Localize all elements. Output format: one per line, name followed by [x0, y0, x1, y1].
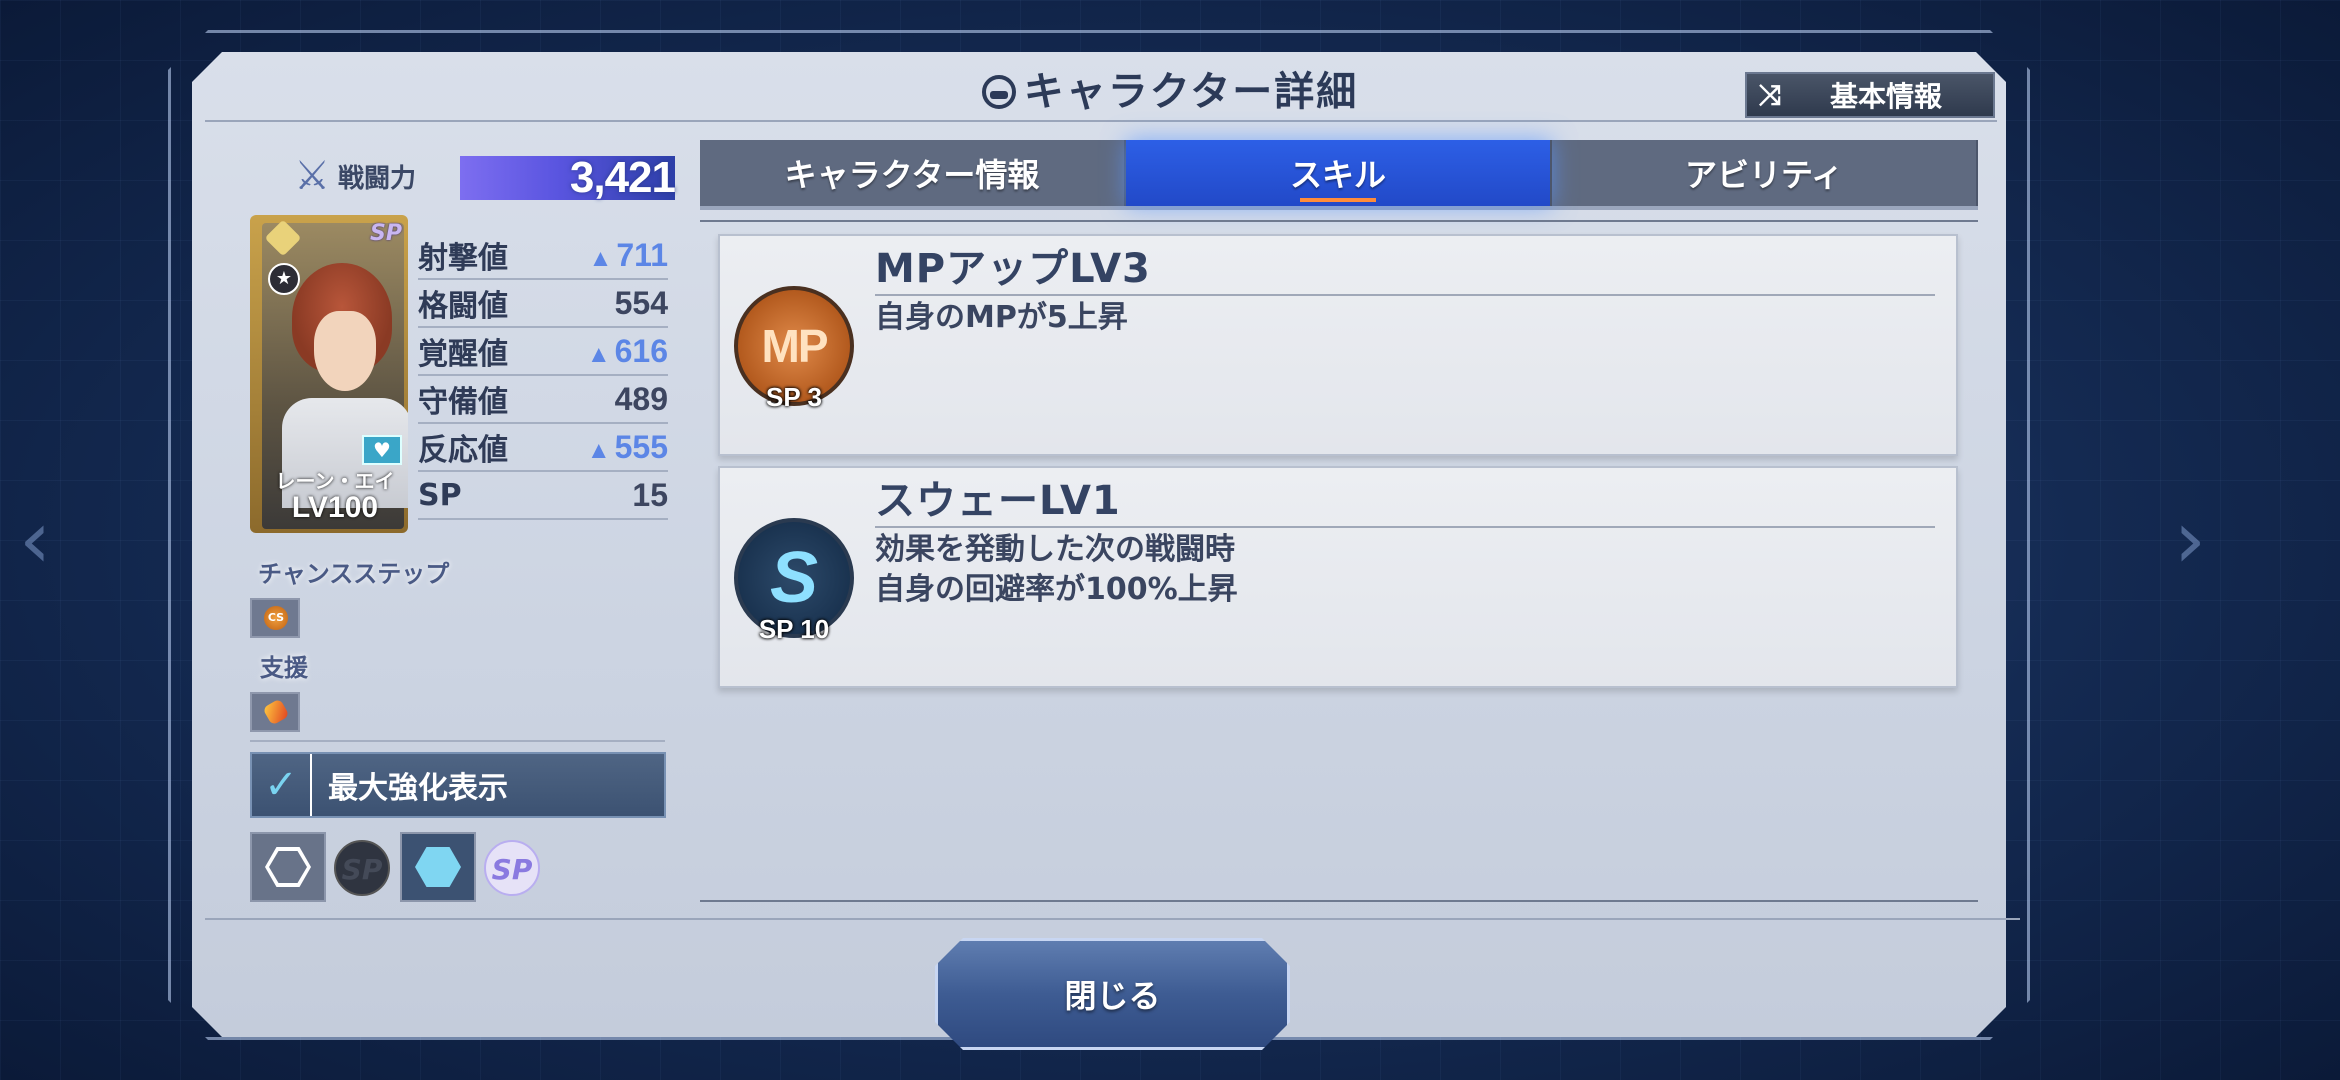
stat-value: ▲ 555 [587, 429, 668, 466]
character-level: LV100 [291, 491, 379, 524]
shuffle-icon: ⤨ [1759, 78, 1782, 111]
checkmark-icon: ✓ [252, 754, 312, 816]
next-arrow-icon[interactable]: › [2165, 500, 2215, 580]
skill-card[interactable]: S SP 10 スウェーLV1 効果を発動した次の戦闘時 自身の回避率が100%… [718, 466, 1958, 688]
stat-value: 554 [615, 285, 668, 322]
portrait-face [314, 311, 376, 391]
tab-skill[interactable]: スキル [1126, 140, 1552, 206]
stat-number: 555 [614, 428, 668, 465]
page-title-text: キャラクター詳細 [1023, 69, 1359, 115]
tab-character-info[interactable]: キャラクター情報 [700, 140, 1126, 206]
character-name: レーン・エイ [275, 469, 395, 493]
stat-value: ▲ 711 [589, 237, 668, 274]
power-row: ⚔ 戦闘力 [290, 148, 428, 204]
support-capsule-icon [262, 698, 290, 726]
skill-desc-line: 自身の回避率が100%上昇 [875, 572, 1238, 607]
chance-step-slot[interactable]: CS [250, 598, 300, 638]
support-slot[interactable] [250, 692, 300, 732]
stat-label: 覚醒値 [418, 337, 508, 372]
footer-divider [205, 918, 2020, 920]
divider [250, 740, 665, 742]
stat-label: SP [418, 477, 462, 513]
close-label: 閉じる [1064, 977, 1161, 1015]
stat-number: 15 [632, 476, 668, 513]
hex-outline-icon [265, 847, 311, 887]
up-arrow-icon: ▲ [588, 244, 613, 272]
stat-row-shooting: 射撃値 ▲ 711 [418, 232, 668, 280]
sp-dark-filter-icon[interactable]: SP [334, 840, 390, 896]
chance-step-label: チャンスステップ [258, 560, 450, 588]
power-label: 戦闘力 [338, 163, 417, 194]
stat-row-reaction: 反応値 ▲ 555 [418, 424, 668, 472]
skill-desc-line: 自身のMPが5上昇 [875, 300, 1128, 335]
stat-label: 守備値 [418, 385, 508, 420]
max-enhance-toggle[interactable]: ✓ 最大強化表示 [250, 752, 666, 818]
stat-label: 格闘値 [418, 289, 508, 324]
tab-bar: キャラクター情報 スキル アビリティ [700, 140, 1978, 210]
skill-name: スウェーLV1 [875, 476, 1935, 528]
basic-info-button[interactable]: ⤨ 基本情報 [1745, 72, 1995, 118]
hex-outline-filter-button[interactable] [250, 832, 326, 902]
content-bottom-divider [700, 900, 1978, 902]
close-button[interactable]: 閉じる [935, 938, 1290, 1050]
stat-value: 489 [615, 381, 668, 418]
hex-filled-icon [415, 847, 461, 887]
tabs-divider [700, 220, 1978, 222]
stats-list: 射撃値 ▲ 711 格闘値 554 覚醒値 ▲ 616 守備値 489 反応値 ▲ 5… [418, 232, 668, 520]
stat-number: 616 [614, 332, 668, 369]
stat-row-sp: SP 15 [418, 472, 668, 520]
crossed-swords-icon: ⚔ [294, 153, 330, 199]
stat-row-melee: 格闘値 554 [418, 280, 668, 328]
stat-number: 489 [614, 380, 668, 417]
basic-info-label: 基本情報 [1829, 80, 1942, 113]
stat-label: 射撃値 [418, 241, 508, 276]
up-arrow-icon: ▲ [586, 340, 611, 368]
prev-arrow-icon[interactable]: ‹ [10, 500, 60, 580]
card-sp-badge: SP [370, 221, 402, 246]
skill-sp-cost: SP 3 [766, 382, 822, 412]
star-badge-icon: ★ [268, 263, 300, 295]
up-arrow-icon: ▲ [586, 436, 611, 464]
skill-card[interactable]: MP SP 3 MPアップLV3 自身のMPが5上昇 [718, 234, 1958, 456]
skill-name: MPアップLV3 [875, 244, 1935, 296]
character-helmet-icon [981, 75, 1016, 109]
heart-icon: ♥ [362, 435, 402, 465]
stat-value: ▲ 616 [587, 333, 668, 370]
stat-row-awaken: 覚醒値 ▲ 616 [418, 328, 668, 376]
stat-value: 15 [632, 477, 668, 514]
character-card[interactable]: ★ SP ♥ レーン・エイ LV100 [250, 215, 408, 533]
stat-number: 554 [614, 284, 668, 321]
skill-sp-cost: SP 10 [758, 614, 830, 644]
stat-label: 反応値 [418, 433, 508, 468]
tab-ability[interactable]: アビリティ [1552, 140, 1978, 206]
hex-filled-filter-button[interactable] [400, 832, 476, 902]
stat-row-defense: 守備値 489 [418, 376, 668, 424]
support-label: 支援 [260, 654, 308, 682]
chance-step-icon: CS [264, 606, 288, 630]
stat-number: 711 [616, 236, 668, 273]
sp-light-filter-icon[interactable]: SP [484, 840, 540, 896]
skill-description: 効果を発動した次の戦闘時 自身の回避率が100%上昇 [875, 530, 1238, 610]
power-value: 3,421 [569, 153, 676, 202]
max-enhance-label: 最大強化表示 [328, 771, 508, 806]
skill-desc-line: 効果を発動した次の戦闘時 [875, 532, 1235, 567]
skill-description: 自身のMPが5上昇 [875, 298, 1128, 338]
